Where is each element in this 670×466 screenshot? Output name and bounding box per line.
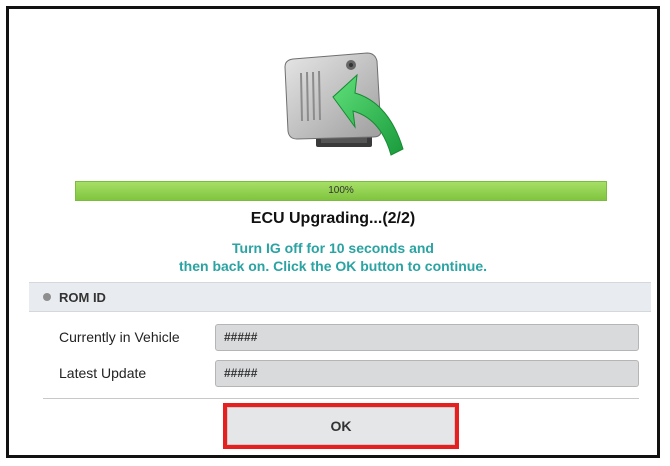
latest-update-label: Latest Update: [59, 365, 147, 381]
instruction-line-2: then back on. Click the OK button to con…: [179, 258, 487, 274]
currently-in-vehicle-field: #####: [215, 324, 639, 351]
divider: [43, 398, 639, 399]
rom-id-label: ROM ID: [59, 290, 106, 305]
ok-button-highlight: OK: [223, 403, 459, 449]
upgrade-progress-bar: 100%: [75, 181, 607, 201]
ecu-upgrade-icon: [284, 52, 404, 156]
bullet-icon: [43, 293, 51, 301]
currently-in-vehicle-label: Currently in Vehicle: [59, 329, 180, 345]
ok-button[interactable]: OK: [227, 407, 455, 445]
ecu-upgrade-dialog: 100% ECU Upgrading...(2/2) Turn IG off f…: [6, 6, 660, 458]
instruction-line-1: Turn IG off for 10 seconds and: [232, 240, 434, 256]
progress-label: 100%: [328, 185, 354, 196]
rom-id-section-header: ROM ID: [29, 282, 651, 312]
status-title: ECU Upgrading...(2/2): [250, 210, 416, 227]
instruction-text: Turn IG off for 10 seconds and then back…: [9, 239, 657, 275]
latest-update-field: #####: [215, 360, 639, 387]
